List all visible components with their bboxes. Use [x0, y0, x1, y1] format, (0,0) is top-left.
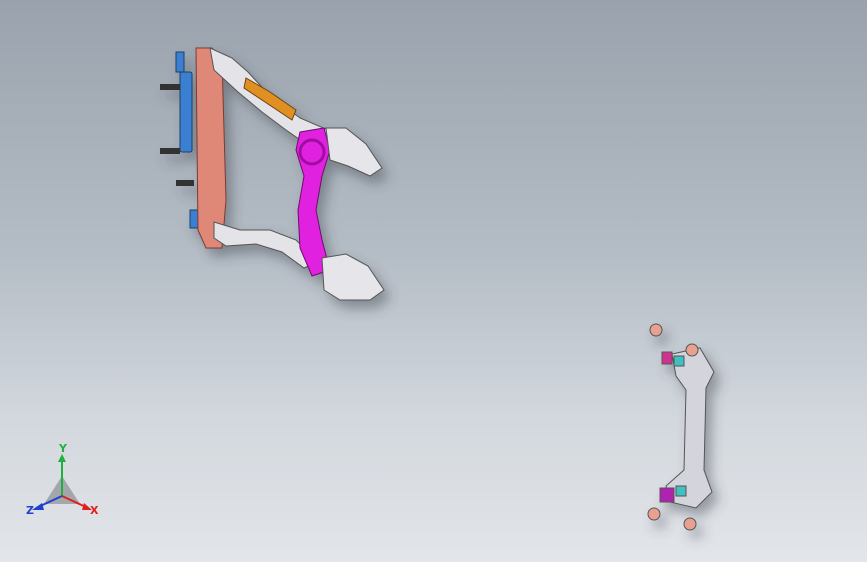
triad-x-label: X: [90, 504, 99, 517]
triad-z-label: Z: [26, 504, 34, 517]
cad-graphics-viewport[interactable]: Y X Z: [0, 0, 867, 562]
rear-control-arm-assembly[interactable]: [0, 0, 867, 562]
triad-y-label: Y: [59, 442, 67, 455]
reference-triad[interactable]: Y X Z: [22, 442, 104, 526]
rear-control-arm-body: [647, 323, 715, 531]
